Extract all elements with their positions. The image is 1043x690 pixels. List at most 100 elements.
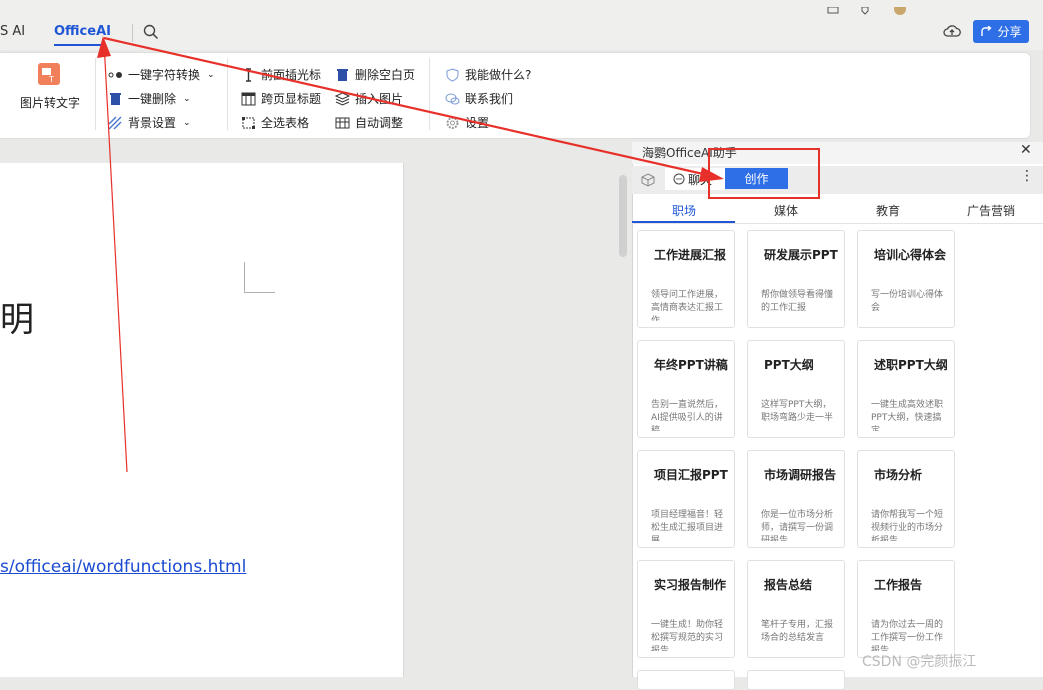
- table-header-icon: [241, 92, 256, 106]
- active-tab-indicator: [54, 44, 106, 46]
- search-icon[interactable]: [143, 24, 159, 44]
- document-scrollbar[interactable]: [619, 175, 627, 257]
- insert-image-button[interactable]: 插入图片: [334, 90, 404, 107]
- close-icon[interactable]: ✕: [1020, 142, 1032, 158]
- char-convert-button[interactable]: 一键字符转换 ⌄: [108, 66, 215, 83]
- help-icon: [445, 67, 460, 82]
- template-card[interactable]: 工作进展汇报领导问工作进展，高情商表达汇报工作: [637, 230, 735, 328]
- insert-image-label: 插入图片: [355, 92, 404, 106]
- card-description: 请你帮我写一个短视频行业的市场分析报告: [871, 510, 944, 541]
- card-title: PPT大纲: [764, 358, 814, 372]
- card-title: 市场分析: [874, 468, 923, 482]
- more-options-icon[interactable]: ⋮: [1020, 168, 1034, 184]
- template-card[interactable]: 市场分析请你帮我写一个短视频行业的市场分析报告: [857, 450, 955, 548]
- card-title: 述职PPT大纲: [874, 358, 948, 372]
- settings-icon: [445, 116, 460, 130]
- ribbon-divider: [227, 58, 228, 130]
- tab-wps-ai[interactable]: S AI: [0, 24, 25, 39]
- repeat-header-button[interactable]: 跨页显标题: [241, 90, 321, 107]
- help-button[interactable]: 我能做什么?: [445, 66, 531, 83]
- template-card[interactable]: PPT大纲 这样写PPT大纲，职场弯路少走一半: [747, 340, 845, 438]
- template-card[interactable]: 市场调研报告你是一位市场分析师，请撰写一份调研报告: [747, 450, 845, 548]
- ribbon-divider: [429, 58, 430, 130]
- card-description: 告别一直说然后，AI提供吸引人的讲稿: [651, 400, 724, 431]
- template-card[interactable]: 述职PPT大纲一键生成高效述职PPT大纲，快速搞定: [857, 340, 955, 438]
- one-click-delete-label: 一键删除: [128, 92, 177, 106]
- insert-cursor-button[interactable]: 前面插光标: [241, 66, 321, 83]
- auto-adjust-button[interactable]: 自动调整: [335, 114, 403, 131]
- ribbon-divider: [95, 58, 96, 130]
- template-card[interactable]: [747, 670, 845, 690]
- category-tab-education[interactable]: 教育: [838, 202, 938, 219]
- background-setting-label: 背景设置: [128, 116, 177, 130]
- card-description: 笔杆子专用，汇报场合的总结发言: [761, 620, 834, 643]
- background-setting-button[interactable]: 背景设置 ⌄: [108, 114, 191, 131]
- share-button[interactable]: 分享: [973, 20, 1029, 43]
- card-title: 市场调研报告: [764, 468, 837, 482]
- chevron-down-icon: ⌄: [183, 93, 191, 104]
- card-description: 你是一位市场分析师，请撰写一份调研报告: [761, 510, 834, 541]
- background-icon: [108, 116, 123, 130]
- card-title: 报告总结: [764, 578, 813, 592]
- document-text: 明: [0, 300, 34, 340]
- contact-us-label: 联系我们: [465, 92, 514, 106]
- template-card[interactable]: 年终PPT讲稿 告别一直说然后，AI提供吸引人的讲稿: [637, 340, 735, 438]
- chevron-down-icon: ⌄: [183, 117, 191, 128]
- panel-title: 海鹦OfficeAI助手: [642, 146, 737, 160]
- delete-blank-page-button[interactable]: 删除空白页: [335, 66, 415, 83]
- template-card[interactable]: [637, 670, 735, 690]
- category-divider: [632, 223, 1043, 224]
- cube-icon[interactable]: [641, 172, 655, 191]
- category-tab-workplace[interactable]: 职场: [634, 202, 734, 219]
- template-card[interactable]: 报告总结笔杆子专用，汇报场合的总结发言: [747, 560, 845, 658]
- template-card[interactable]: 实习报告制作 一键生成！助你轻松撰写规范的实习报告: [637, 560, 735, 658]
- card-description: 帮你做领导看得懂的工作汇报: [761, 290, 834, 313]
- char-convert-label: 一键字符转换: [128, 68, 201, 82]
- repeat-header-label: 跨页显标题: [261, 92, 322, 106]
- one-click-delete-button[interactable]: 一键删除 ⌄: [108, 90, 191, 107]
- cloud-upload-icon[interactable]: [943, 23, 961, 43]
- delete-page-icon: [335, 68, 350, 82]
- card-description: 请为你过去一周的工作撰写一份工作报告: [871, 620, 944, 651]
- card-description: 一键生成高效述职PPT大纲，快速搞定: [871, 400, 944, 431]
- tab-divider: [132, 24, 133, 42]
- template-card[interactable]: 工作报告请为你过去一周的工作撰写一份工作报告: [857, 560, 955, 658]
- select-all-tables-button[interactable]: 全选表格: [241, 114, 309, 131]
- delete-icon: [108, 92, 123, 106]
- tab-officeai[interactable]: OfficeAI: [54, 24, 111, 39]
- document-page[interactable]: [0, 163, 404, 677]
- template-card[interactable]: 研发展示PPT 帮你做领导看得懂的工作汇报: [747, 230, 845, 328]
- template-card[interactable]: 项目汇报PPT 项目经理福音！轻松生成汇报项目进展: [637, 450, 735, 548]
- contact-us-button[interactable]: 联系我们: [445, 90, 513, 107]
- card-title: 项目汇报PPT: [654, 468, 728, 482]
- card-title: 培训心得体会: [874, 248, 947, 262]
- cursor-icon: [241, 67, 256, 82]
- delete-blank-page-label: 删除空白页: [355, 68, 416, 82]
- category-tab-media[interactable]: 媒体: [736, 202, 836, 219]
- select-table-icon: [241, 116, 256, 130]
- template-card[interactable]: 培训心得体会写一份培训心得体会: [857, 230, 955, 328]
- tab-chat[interactable]: 聊天: [665, 168, 725, 190]
- card-description: 写一份培训心得体会: [871, 290, 944, 313]
- tab-create[interactable]: 创作: [725, 168, 788, 189]
- settings-button[interactable]: 设置: [445, 114, 489, 131]
- char-convert-icon: [108, 68, 123, 82]
- card-title: 工作进展汇报: [654, 248, 727, 262]
- chat-icon: [673, 173, 685, 185]
- margin-corner-mark: [244, 262, 275, 293]
- document-hyperlink[interactable]: s/officeai/wordfunctions.html: [0, 557, 246, 577]
- image-to-text-icon[interactable]: T: [37, 62, 61, 88]
- card-description: 领导问工作进展，高情商表达汇报工作: [651, 290, 724, 321]
- image-to-text-label[interactable]: 图片转文字: [20, 94, 80, 111]
- contact-icon: [445, 92, 460, 106]
- settings-label: 设置: [465, 116, 490, 130]
- watermark: CSDN @完颜振江: [862, 654, 977, 670]
- card-title: 研发展示PPT: [764, 248, 838, 262]
- card-description: 一键生成！助你轻松撰写规范的实习报告: [651, 620, 724, 651]
- svg-text:T: T: [48, 75, 54, 84]
- category-tab-advertising[interactable]: 广告营销: [941, 202, 1041, 219]
- select-all-tables-label: 全选表格: [261, 116, 310, 130]
- share-label: 分享: [997, 25, 1022, 39]
- card-title: 工作报告: [874, 578, 923, 592]
- share-icon: [981, 25, 993, 36]
